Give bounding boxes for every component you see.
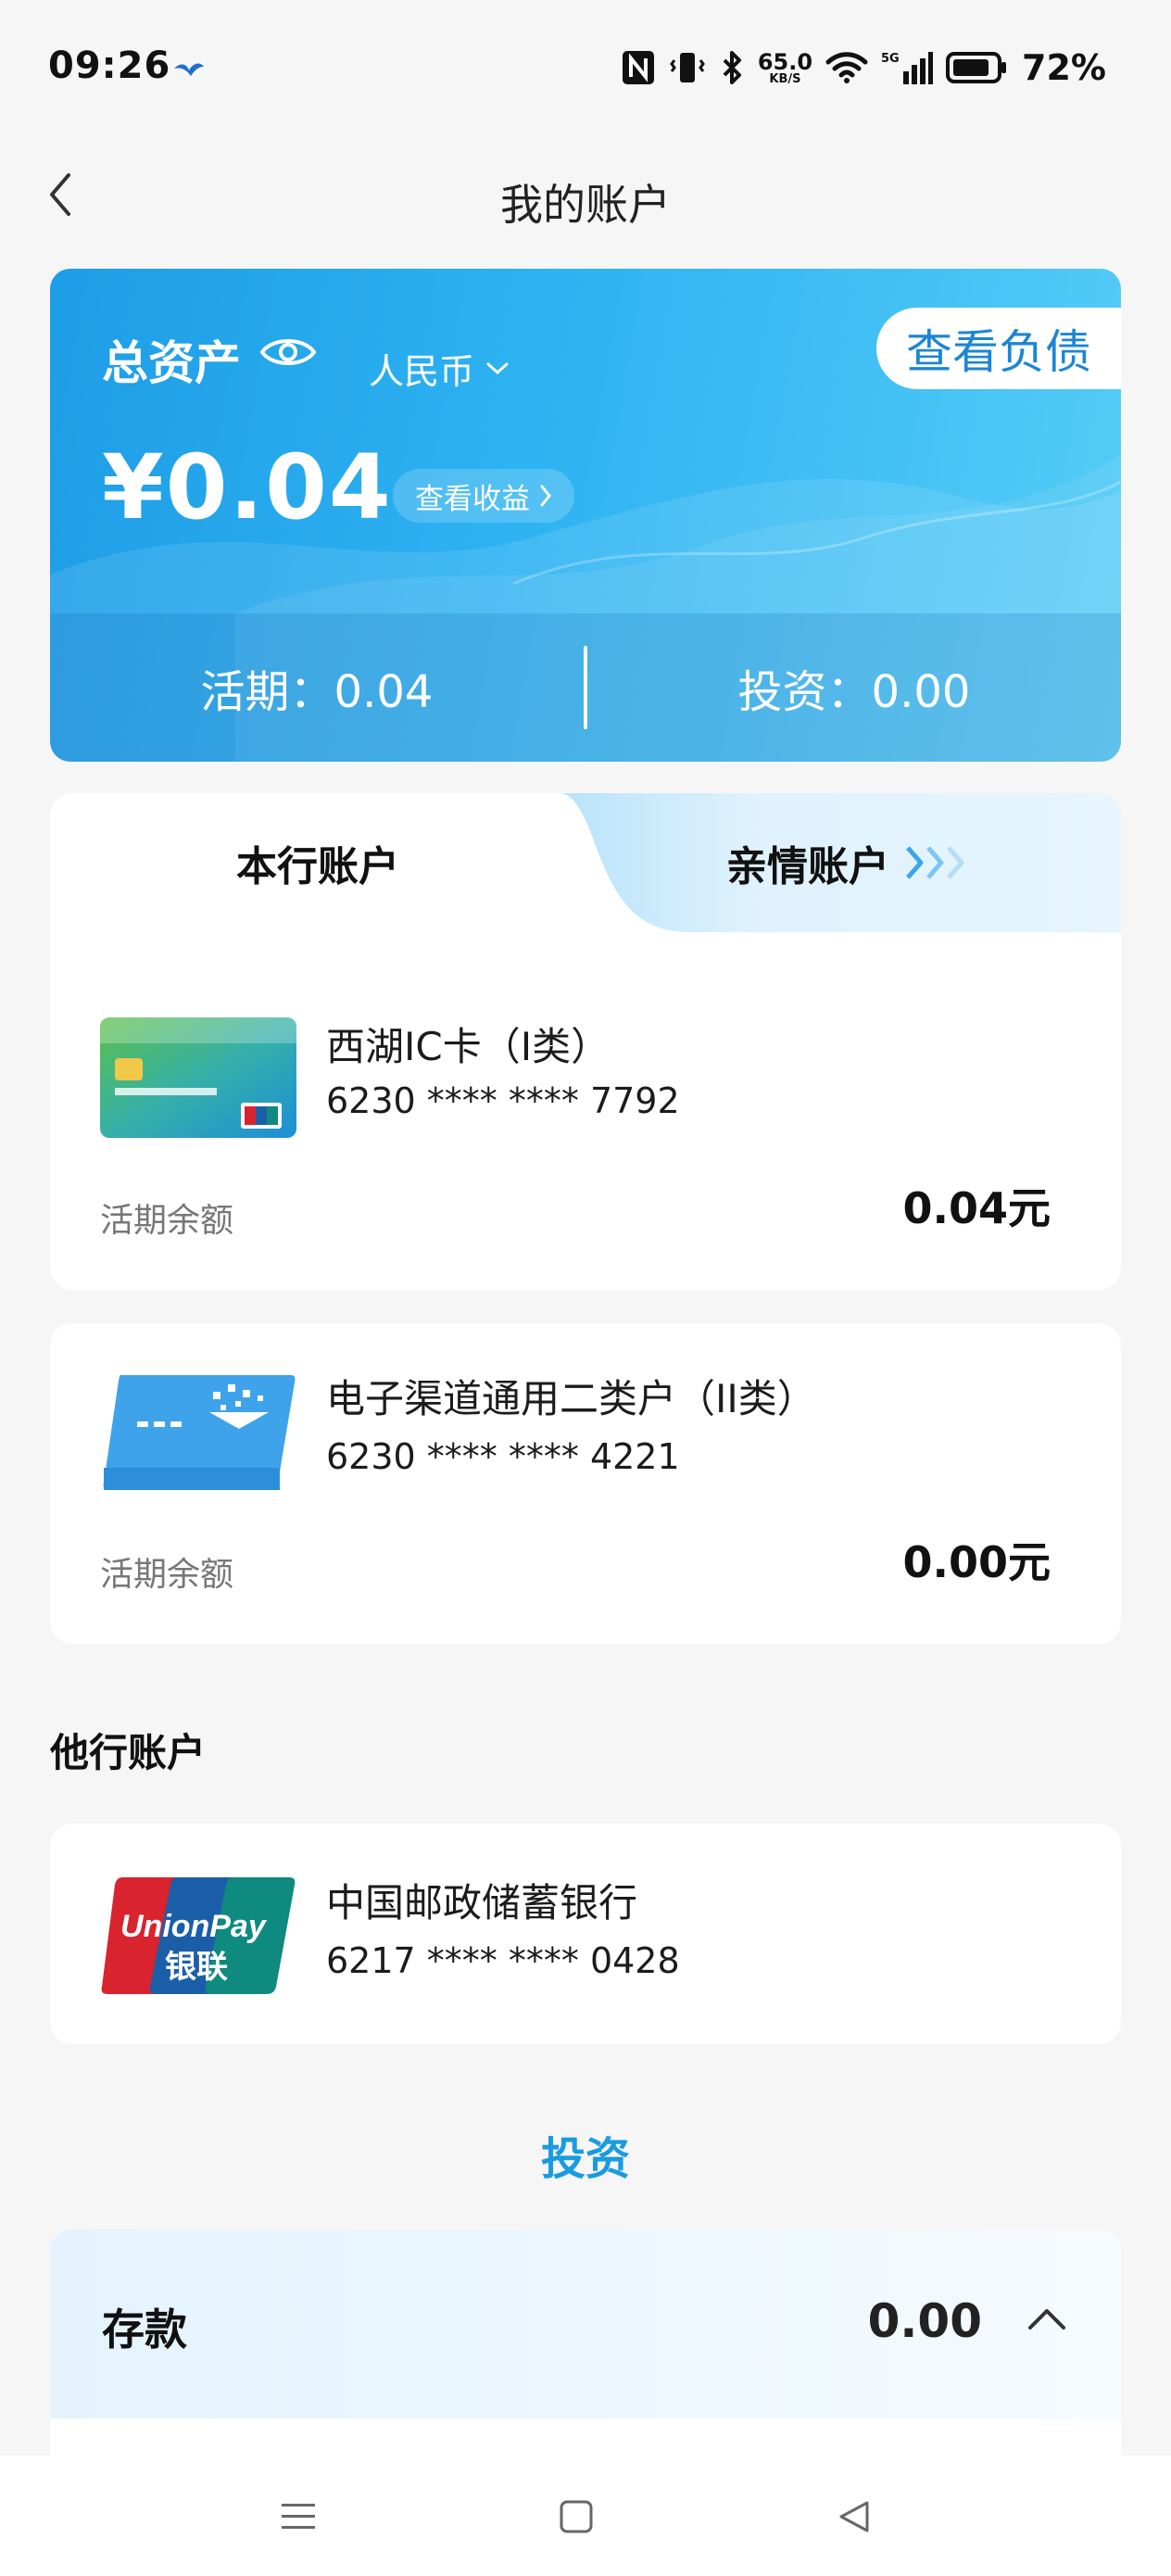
- tab-family-account[interactable]: 亲情账户: [726, 793, 978, 932]
- investment-amount: 投资：0.00: [737, 666, 971, 718]
- balance-label: 活期余额: [100, 1556, 234, 1594]
- currency-label: 人民币: [369, 351, 475, 392]
- demand-deposit-amount: 活期：0.04: [200, 666, 434, 718]
- total-assets-label: 总资产: [102, 336, 241, 390]
- net-speed-value: 65.0: [757, 48, 813, 75]
- bird-icon: [174, 63, 204, 76]
- home-button[interactable]: [548, 2489, 604, 2544]
- menu-icon: [282, 2504, 315, 2529]
- balance-value: 0.04元: [902, 1183, 1051, 1233]
- signal-icon: 5G: [881, 52, 934, 84]
- asset-breakdown: 活期：0.04 投资：0.00: [50, 613, 1121, 762]
- deposit-row[interactable]: 存款 0.00: [50, 2229, 1121, 2456]
- chevron-right-icon: [540, 485, 551, 507]
- nfc-icon: [622, 51, 654, 84]
- vibrate-icon: [669, 53, 705, 82]
- home-icon: [560, 2500, 593, 2533]
- system-back-button[interactable]: [826, 2489, 882, 2544]
- deposit-value: 0.00: [867, 2294, 982, 2348]
- account-name: 中国邮政储蓄银行: [326, 1880, 638, 1926]
- triple-chevron-icon: [906, 846, 964, 879]
- total-assets-card: 总资产 人民币 查看负债 ¥0.04 查看收益 活期：0.04 投资：0.00: [50, 269, 1121, 762]
- wifi-icon: [825, 52, 868, 83]
- balance-value: 0.00元: [902, 1537, 1051, 1587]
- total-assets-amount: ¥0.04: [102, 436, 393, 539]
- status-bar: 09:26 65.0 KB/S 5G 72%: [0, 0, 1171, 139]
- deposit-expanded-area: [50, 2418, 1121, 2456]
- xihu-ic-card-image: [100, 1017, 296, 1138]
- tab-own-bank[interactable]: 本行账户: [50, 793, 586, 932]
- tab-family-label: 亲情账户: [726, 843, 889, 890]
- back-triangle-icon: [839, 2501, 869, 2532]
- page-title: 我的账户: [500, 180, 671, 230]
- svg-text:5G: 5G: [881, 52, 900, 66]
- account-item-psbc[interactable]: UnionPay 银联 中国邮政储蓄银行 6217 **** **** 0428: [50, 1824, 1121, 2044]
- status-time: 09:26: [48, 44, 171, 87]
- system-nav-bar: [0, 2456, 1171, 2576]
- view-liabilities-button[interactable]: 查看负债: [876, 308, 1121, 389]
- bluetooth-icon: [723, 51, 741, 84]
- battery-percent: 72%: [1022, 47, 1106, 88]
- balance-label: 活期余额: [100, 1202, 234, 1240]
- other-accounts-title: 他行账户: [50, 1730, 207, 1775]
- account-item-electronic-class2[interactable]: 电子渠道通用二类户（II类） 6230 **** **** 4221 活期余额 …: [50, 1323, 1121, 1644]
- menu-button[interactable]: [271, 2489, 326, 2544]
- electronic-card-icon: [103, 1375, 296, 1490]
- svg-text:UnionPay: UnionPay: [120, 1909, 268, 1944]
- view-earnings-label: 查看收益: [415, 482, 530, 516]
- net-speed: 65.0 KB/S: [758, 51, 812, 85]
- own-accounts-panel: 本行账户 亲情账户 西湖IC卡（I类） 6230 **** **** 7792 …: [50, 793, 1121, 1290]
- chevron-down-icon: [486, 362, 509, 374]
- eye-icon[interactable]: [259, 334, 317, 371]
- account-name: 电子渠道通用二类户（II类）: [326, 1376, 816, 1421]
- investment-section-title: 投资: [540, 2133, 630, 2185]
- battery-icon: [946, 52, 1007, 83]
- account-name: 西湖IC卡（I类）: [326, 1024, 611, 1069]
- chevron-up-icon[interactable]: [1026, 2305, 1067, 2331]
- deposit-label: 存款: [102, 2305, 187, 2355]
- unionpay-logo: UnionPay 银联: [101, 1877, 296, 1994]
- account-number: 6230 **** **** 4221: [326, 1436, 680, 1477]
- account-number: 6230 **** **** 7792: [326, 1080, 680, 1121]
- status-icons: 65.0 KB/S 5G 72%: [621, 44, 1106, 91]
- svg-text:银联: 银联: [165, 1949, 228, 1986]
- currency-selector[interactable]: 人民币: [369, 343, 510, 394]
- account-number: 6217 **** **** 0428: [326, 1940, 680, 1981]
- view-earnings-button[interactable]: 查看收益: [393, 469, 574, 523]
- net-speed-unit: KB/S: [769, 71, 801, 86]
